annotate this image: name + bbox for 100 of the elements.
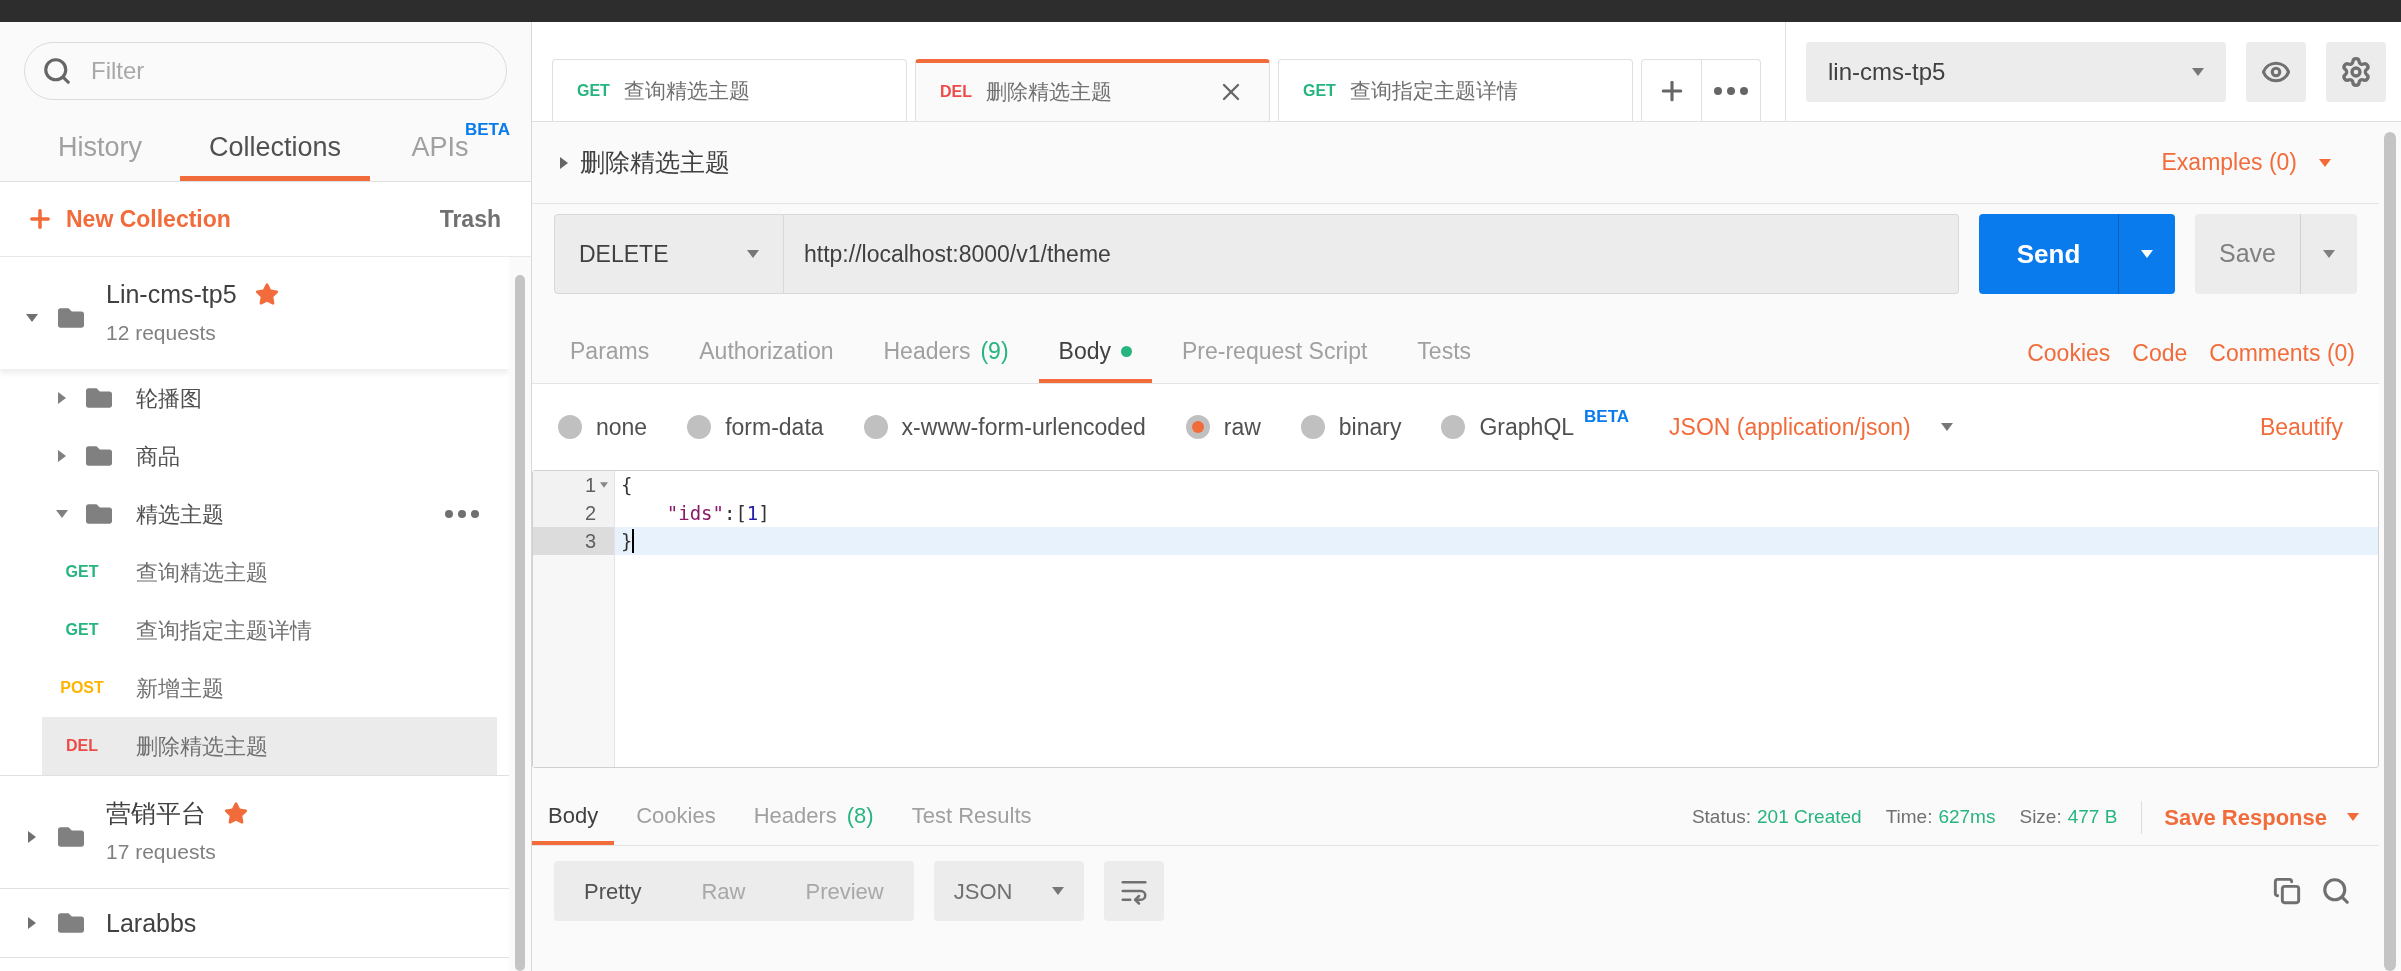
collection-name: Larabbs (106, 908, 197, 939)
collection-icon (58, 824, 84, 850)
method-label: GET (1303, 80, 1336, 101)
request-item[interactable]: DEL 删除精选主题 (42, 717, 497, 775)
settings-button[interactable] (2326, 41, 2386, 102)
folder-icon (86, 501, 112, 527)
section-link[interactable]: Code (2132, 335, 2188, 371)
tab-count: (9) (980, 336, 1009, 366)
method-select[interactable]: DELETE (554, 214, 784, 294)
trash-button[interactable]: Trash (439, 201, 505, 237)
request-count: 12 requests (106, 320, 217, 347)
request-section-tab[interactable]: Tests (1397, 323, 1492, 383)
dropdown-caret-icon (2319, 158, 2331, 167)
request-section-tab[interactable]: Headers (9) (863, 323, 1029, 383)
search-icon[interactable] (2321, 876, 2351, 906)
code-line: { (621, 474, 633, 496)
request-section-tab[interactable]: Params (550, 323, 670, 383)
status-value: 201 Created (1757, 804, 1862, 829)
dropdown-caret-icon (2323, 250, 2335, 258)
request-name: 删除精选主题 (136, 732, 268, 761)
collection-icon (58, 910, 84, 936)
collapse-caret-icon (26, 314, 38, 322)
line-number: 2 (584, 502, 596, 524)
collection-item[interactable]: Larabbs (0, 889, 509, 957)
body-mode-radio[interactable]: raw (1185, 409, 1261, 445)
sidebar-tab[interactable]: Collections (180, 119, 370, 181)
text-cursor (632, 529, 635, 553)
view-tab[interactable]: Pretty (554, 861, 672, 921)
method-label: GET (64, 620, 100, 640)
status-value: 477 B (2067, 804, 2118, 829)
format-select[interactable]: JSON (933, 861, 1084, 921)
search-icon (42, 56, 72, 86)
method-label: DEL (65, 736, 99, 756)
body-mode-radio[interactable]: none (558, 409, 648, 445)
collection-item[interactable]: Lin-cms-tp5 12 requests (0, 257, 509, 369)
request-section-tab[interactable]: Authorization (679, 323, 854, 383)
status-label: Size: (2019, 804, 2062, 829)
code-editor[interactable]: 1 2 3 { "ids":[1] } (532, 470, 2379, 768)
save-response-button[interactable]: Save Response (2141, 800, 2359, 834)
more-icon[interactable] (445, 510, 479, 518)
new-collection-button[interactable]: New Collection (26, 201, 231, 237)
folder-icon (86, 443, 112, 469)
request-tab[interactable]: DEL 删除精选主题 (915, 59, 1270, 121)
status-value: 627ms (1938, 804, 1996, 829)
request-tab[interactable]: GET 查询指定主题详情 (1278, 59, 1633, 121)
wrap-button[interactable] (1103, 861, 1164, 921)
line-number: 1 (584, 474, 596, 496)
environment-select[interactable]: lin-cms-tp5 (1806, 41, 2226, 102)
response-tab[interactable]: Test Results (895, 789, 1048, 845)
request-item[interactable]: GET 查询指定主题详情 (42, 601, 497, 659)
scrollbar[interactable] (515, 275, 525, 971)
response-tab[interactable]: Cookies (620, 789, 732, 845)
folder-item[interactable]: 轮播图 (0, 369, 509, 427)
collection-item[interactable]: 营销平台 17 requests (0, 776, 509, 888)
sidebar-tab[interactable]: History (20, 119, 180, 181)
scrollbar[interactable] (2384, 132, 2396, 971)
expand-caret-icon (560, 156, 568, 169)
section-link[interactable]: Cookies (2027, 335, 2111, 371)
beautify-button[interactable]: Beautify (2259, 409, 2353, 445)
tab-count: (8) (846, 801, 874, 830)
folder-item[interactable]: 商品 (0, 427, 509, 485)
code-line: } (621, 530, 633, 552)
folder-icon (86, 385, 112, 411)
collapse-caret-icon (56, 510, 68, 518)
method-label: GET (577, 80, 610, 101)
more-icon (1714, 86, 1748, 95)
body-mode-radio[interactable]: GraphQL BETA (1441, 409, 1630, 445)
tab-title: 查询精选主题 (623, 77, 750, 104)
request-item[interactable]: POST 新增主题 (42, 659, 497, 717)
examples-button[interactable]: Examples (0) (2161, 145, 2351, 180)
dropdown-caret-icon (1940, 423, 1953, 431)
request-count: 17 requests (106, 839, 217, 866)
expand-caret-icon (28, 831, 36, 843)
dropdown-caret-icon (2347, 813, 2359, 821)
request-item[interactable]: GET 查询精选主题 (42, 543, 497, 601)
request-tab[interactable]: GET 查询精选主题 (552, 59, 907, 121)
expand-caret-icon (58, 450, 66, 462)
settings-icon (2340, 55, 2372, 88)
expand-caret-icon (58, 392, 66, 404)
filter-field[interactable]: Filter (24, 42, 507, 100)
method-label: POST (59, 678, 105, 698)
folder-item[interactable]: 精选主题 (0, 485, 509, 543)
copy-icon[interactable] (2273, 877, 2301, 905)
response-tab[interactable]: Body (532, 789, 615, 845)
collection-name: Lin-cms-tp5 (106, 279, 237, 311)
section-link[interactable]: Comments (0) (2209, 335, 2355, 371)
fold-caret-icon[interactable] (600, 482, 608, 488)
url-field[interactable]: http://localhost:8000/v1/theme (784, 214, 1959, 294)
request-section-tab[interactable]: Pre-request Script (1162, 323, 1388, 383)
eye-button[interactable] (2246, 41, 2306, 102)
body-mode-radio[interactable]: x-www-form-urlencoded (863, 409, 1146, 445)
response-tab[interactable]: Headers (8) (737, 789, 890, 845)
folder-name: 轮播图 (136, 384, 202, 413)
body-mode-radio[interactable]: binary (1300, 409, 1402, 445)
beta-label: BETA (1584, 406, 1630, 429)
body-mode-radio[interactable]: form-data (687, 409, 824, 445)
folder-name: 精选主题 (136, 500, 224, 529)
format-dropdown[interactable]: JSON (application/json) (1669, 409, 1953, 445)
collection-name: 营销平台 (106, 798, 206, 830)
dropdown-caret-icon (747, 250, 759, 258)
